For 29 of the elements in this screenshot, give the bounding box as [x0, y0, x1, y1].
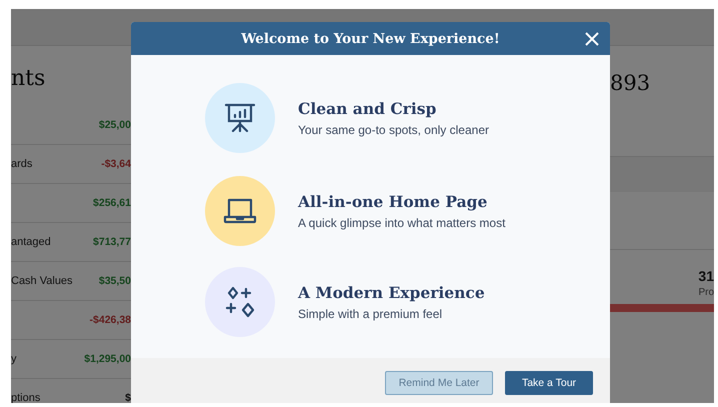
account-name: Cash Values	[11, 275, 73, 287]
account-balance: $35,50	[98, 275, 131, 287]
feature-description: Your same go-to spots, only cleaner	[298, 123, 489, 137]
account-balance: $1,295,00	[84, 353, 131, 365]
account-name: ards	[11, 158, 32, 170]
feature-title: All-in-one Home Page	[298, 192, 488, 211]
account-balance: -$3,64	[101, 158, 131, 170]
presentation-board-icon	[223, 101, 257, 135]
account-name: antaged	[11, 236, 51, 248]
total-amount: 893	[610, 70, 652, 97]
account-balance: -$426,38	[90, 314, 131, 326]
account-balance: $	[125, 392, 131, 403]
dialog-title: Welcome to Your New Experience!	[241, 30, 500, 46]
stat-label: Pro	[698, 287, 714, 298]
feature-title: Clean and Crisp	[298, 99, 436, 118]
account-name: y	[11, 353, 16, 365]
feature-description: A quick glimpse into what matters most	[298, 216, 506, 230]
account-balance: $713,77	[93, 236, 131, 248]
sparkles-icon	[223, 285, 257, 319]
feature-description: Simple with a premium feel	[298, 307, 442, 321]
feature-title: A Modern Experience	[298, 283, 485, 302]
stat-value: 31	[698, 268, 714, 284]
account-balance: $25,00	[98, 119, 131, 131]
account-balance: $256,61	[93, 197, 131, 209]
page-heading: nts	[11, 65, 46, 93]
laptop-icon	[223, 197, 257, 225]
account-name: ptions	[11, 392, 40, 403]
take-tour-button[interactable]: Take a Tour	[505, 371, 593, 395]
close-icon[interactable]	[585, 32, 599, 46]
